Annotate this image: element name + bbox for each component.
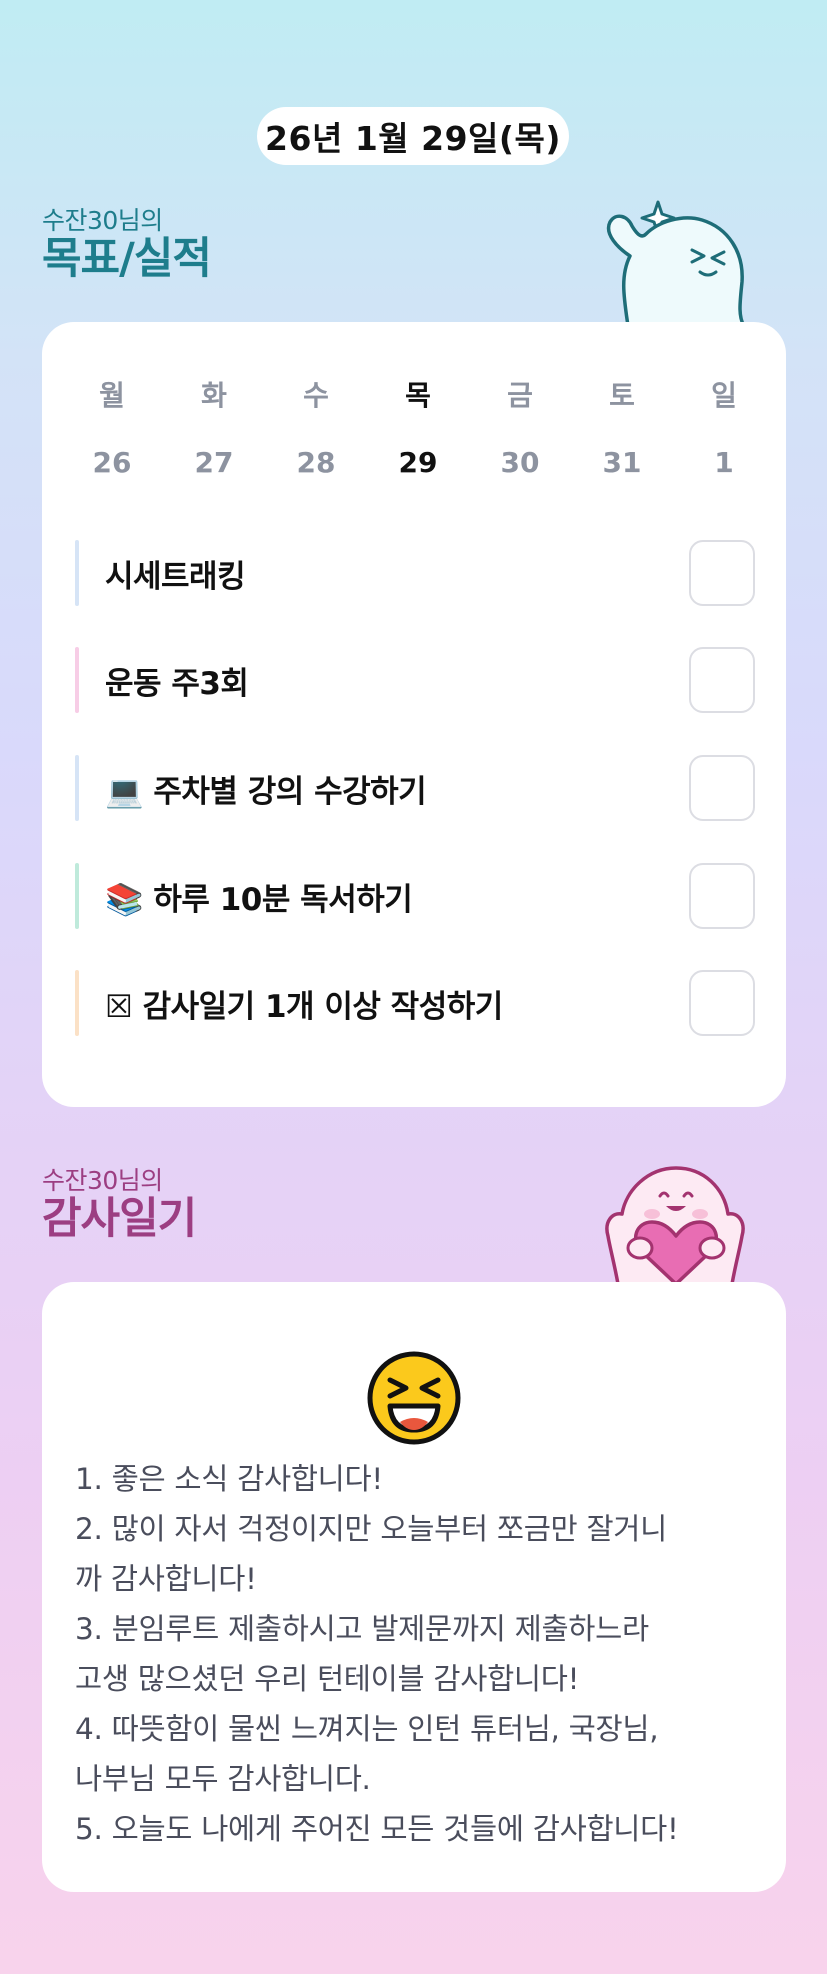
goal-checkbox[interactable]: [689, 755, 755, 821]
date-cell[interactable]: 1: [673, 446, 775, 479]
date-pill: 26년 1월 29일(목): [257, 107, 569, 165]
goal-item: 운동 주3회: [75, 647, 755, 713]
gratitude-line: 3. 분임루트 제출하시고 발제문까지 제출하느라: [75, 1612, 649, 1646]
date-cell[interactable]: 28: [265, 446, 367, 479]
gratitude-entries: 1. 좋은 소식 감사합니다! 2. 많이 자서 걱정이지만 오늘부터 쪼금만 …: [75, 1454, 775, 1854]
date-row: 26 27 28 29 30 31 1: [42, 446, 786, 479]
weekday-thu[interactable]: 목: [367, 374, 469, 414]
date-cell-selected[interactable]: 29: [367, 446, 469, 479]
goals-section-header: 수잔30님의 목표/실적: [42, 206, 212, 284]
gratitude-line: 까 감사합니다!: [75, 1562, 257, 1596]
goal-label: 시세트래킹: [105, 558, 246, 595]
weekday-fri[interactable]: 금: [469, 374, 571, 414]
date-cell[interactable]: 27: [163, 446, 265, 479]
goal-checkbox[interactable]: [689, 863, 755, 929]
gratitude-line: 5. 오늘도 나에게 주어진 모든 것들에 감사합니다!: [75, 1812, 679, 1846]
goal-item: 💻 주차별 강의 수강하기: [75, 755, 755, 821]
goal-item: 시세트래킹: [75, 540, 755, 606]
weekday-mon[interactable]: 월: [61, 374, 163, 414]
gratitude-subtitle: 수잔30님의: [42, 1166, 163, 1195]
ghost-character-icon: [606, 200, 746, 326]
date-cell[interactable]: 31: [571, 446, 673, 479]
goal-checkbox[interactable]: [689, 540, 755, 606]
weekday-wed[interactable]: 수: [265, 374, 367, 414]
goal-label: 운동 주3회: [105, 665, 249, 702]
goal-item: ☒ 감사일기 1개 이상 작성하기: [75, 970, 755, 1036]
goal-color-bar: [75, 540, 79, 606]
weekday-tue[interactable]: 화: [163, 374, 265, 414]
goal-color-bar: [75, 755, 79, 821]
gratitude-card: 1. 좋은 소식 감사합니다! 2. 많이 자서 걱정이지만 오늘부터 쪼금만 …: [42, 1282, 786, 1892]
date-cell[interactable]: 30: [469, 446, 571, 479]
weekday-row: 월 화 수 목 금 토 일: [42, 374, 786, 414]
goal-label: ☒ 감사일기 1개 이상 작성하기: [105, 988, 503, 1025]
laughing-face-icon: [367, 1351, 461, 1445]
gratitude-line: 1. 좋은 소식 감사합니다!: [75, 1462, 383, 1496]
goal-checkbox[interactable]: [689, 970, 755, 1036]
heart-ghost-character-icon: [605, 1166, 745, 1284]
gratitude-line: 2. 많이 자서 걱정이지만 오늘부터 쪼금만 잘거니: [75, 1512, 667, 1546]
goal-color-bar: [75, 647, 79, 713]
goal-item: 📚 하루 10분 독서하기: [75, 863, 755, 929]
goal-label: 📚 하루 10분 독서하기: [105, 881, 413, 918]
goals-card: 월 화 수 목 금 토 일 26 27 28 29 30 31 1 시세트래킹 …: [42, 322, 786, 1107]
goal-color-bar: [75, 863, 79, 929]
gratitude-line: 고생 많으셨던 우리 턴테이블 감사합니다!: [75, 1662, 580, 1696]
goal-color-bar: [75, 970, 79, 1036]
goals-title: 목표/실적: [42, 234, 212, 284]
gratitude-line: 나부님 모두 감사합니다.: [75, 1762, 371, 1796]
date-cell[interactable]: 26: [61, 446, 163, 479]
weekday-sat[interactable]: 토: [571, 374, 673, 414]
goals-subtitle: 수잔30님의: [42, 206, 163, 235]
weekday-sun[interactable]: 일: [673, 374, 775, 414]
gratitude-section-header: 수잔30님의 감사일기: [42, 1166, 197, 1244]
gratitude-line: 4. 따뜻함이 물씬 느껴지는 인턴 튜터님, 국장님,: [75, 1712, 659, 1746]
gratitude-title: 감사일기: [42, 1194, 197, 1244]
goal-label: 💻 주차별 강의 수강하기: [105, 773, 427, 810]
goal-checkbox[interactable]: [689, 647, 755, 713]
